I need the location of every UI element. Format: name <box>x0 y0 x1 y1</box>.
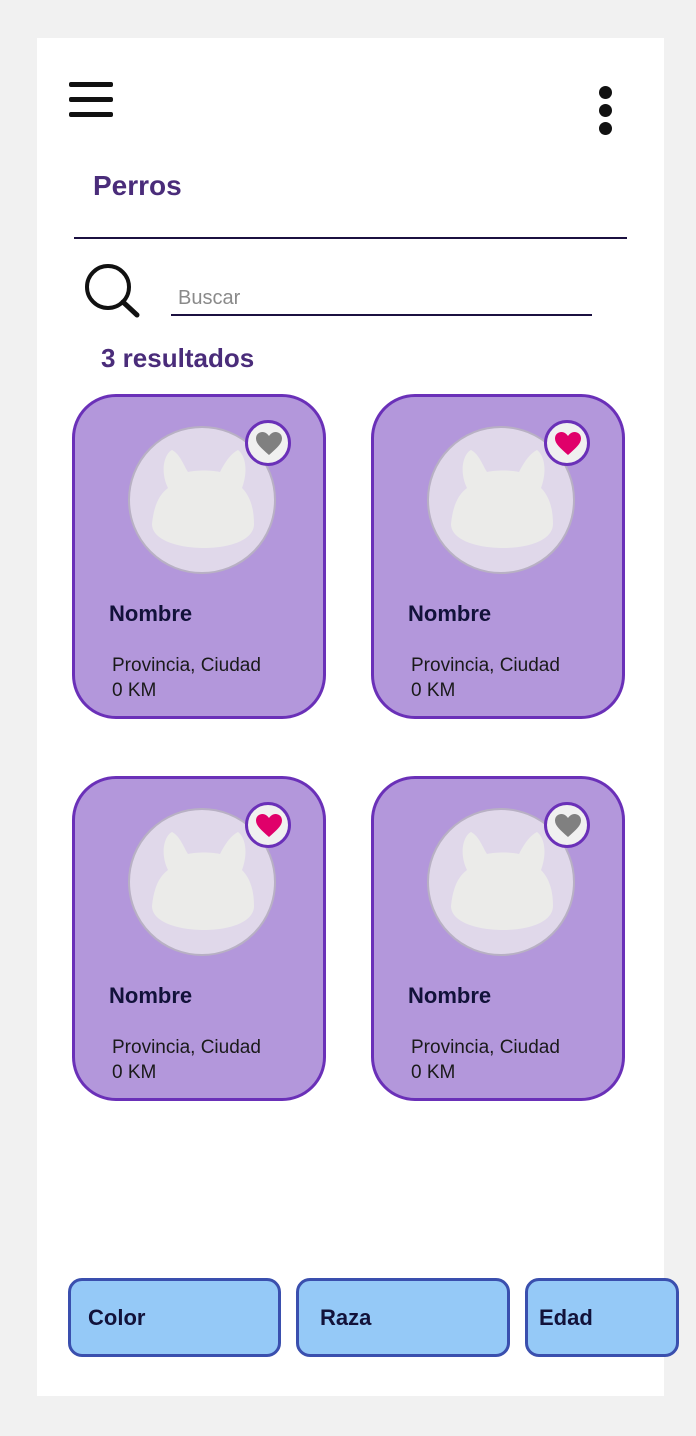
pet-name: Nombre <box>408 601 492 626</box>
pet-card[interactable]: Nombre Provincia, Ciudad 0 KM <box>371 776 625 1101</box>
search-input[interactable] <box>171 282 592 316</box>
favorite-button[interactable] <box>245 802 291 848</box>
pet-location: Provincia, Ciudad <box>112 655 261 676</box>
pet-location: Provincia, Ciudad <box>112 1037 261 1058</box>
pet-name: Nombre <box>109 601 193 626</box>
more-vertical-icon[interactable] <box>595 84 617 136</box>
search-icon[interactable] <box>82 262 142 320</box>
results-count: 3 resultados <box>101 343 255 373</box>
pet-name: Nombre <box>109 983 193 1008</box>
filter-label: Edad <box>539 1305 593 1330</box>
favorite-button[interactable] <box>245 420 291 466</box>
pet-distance: 0 KM <box>411 1062 456 1083</box>
heart-icon <box>555 814 581 837</box>
hamburger-menu-icon[interactable] <box>69 82 113 120</box>
filter-label: Color <box>88 1305 146 1330</box>
title-divider <box>74 237 627 239</box>
filter-label: Raza <box>320 1305 372 1330</box>
favorite-button[interactable] <box>544 420 590 466</box>
page-title: Perros <box>93 170 182 201</box>
pet-distance: 0 KM <box>411 680 456 701</box>
filter-breed-button[interactable]: Raza <box>296 1278 510 1357</box>
pet-card[interactable]: Nombre Provincia, Ciudad 0 KM <box>72 394 326 719</box>
favorite-button[interactable] <box>544 802 590 848</box>
pet-location: Provincia, Ciudad <box>411 655 560 676</box>
pet-location: Provincia, Ciudad <box>411 1037 560 1058</box>
pet-card[interactable]: Nombre Provincia, Ciudad 0 KM <box>72 776 326 1101</box>
heart-icon <box>555 432 581 455</box>
heart-icon <box>256 432 282 455</box>
filter-color-button[interactable]: Color <box>68 1278 281 1357</box>
pet-card[interactable]: Nombre Provincia, Ciudad 0 KM <box>371 394 625 719</box>
filter-age-button[interactable]: Edad <box>525 1278 679 1357</box>
pet-distance: 0 KM <box>112 1062 157 1083</box>
pet-name: Nombre <box>408 983 492 1008</box>
heart-icon <box>256 814 282 837</box>
pet-distance: 0 KM <box>112 680 157 701</box>
